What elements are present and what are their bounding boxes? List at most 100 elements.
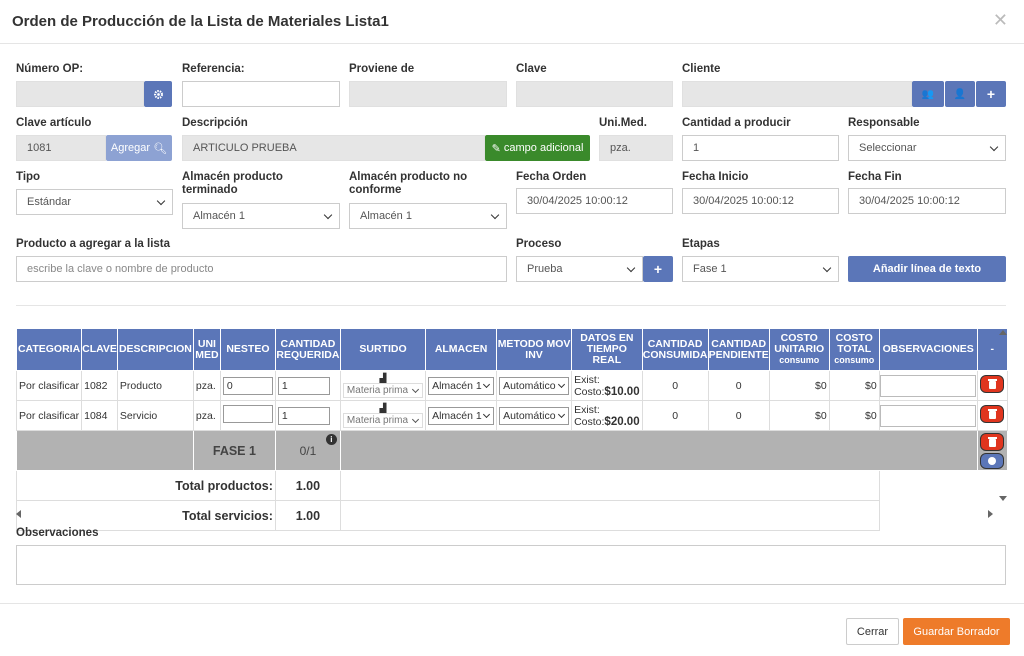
- table-row: Por clasificar 1084 Servicio pza. 1 ▟ Mat…: [15, 400, 1008, 431]
- alm-term-select[interactable]: Almacén 1: [182, 203, 340, 229]
- col-clave: CLAVE: [81, 328, 118, 371]
- edit-client-button[interactable]: 👤: [945, 81, 975, 107]
- metodo-select[interactable]: Automático: [499, 376, 570, 395]
- cell-descripcion: Producto: [116, 370, 194, 401]
- tipo-label: Tipo: [16, 171, 41, 183]
- scroll-left-icon[interactable]: [16, 510, 21, 518]
- factory-icon: ▟: [379, 402, 387, 413]
- observaciones-textarea[interactable]: [16, 545, 1006, 585]
- referencia-label: Referencia:: [182, 63, 245, 75]
- clients-button[interactable]: 👥: [912, 81, 944, 107]
- nesteo-input[interactable]: [222, 405, 273, 423]
- cell-datos: Exist: Costo:$20.00: [571, 400, 643, 431]
- dialog-footer: Cerrar Guardar Borrador: [0, 603, 1024, 656]
- close-icon[interactable]: ✕: [993, 10, 1008, 31]
- fase-name: FASE 1: [192, 430, 276, 471]
- campo-adicional-button[interactable]: ✎ campo adicional: [485, 135, 590, 161]
- cliente-label: Cliente: [682, 63, 721, 75]
- materials-table: CATEGORIA CLAVE DESCRIPCION UNI MED NESTE…: [15, 328, 1008, 531]
- cell-costo-total: $0: [828, 400, 880, 431]
- col-metodo: METODO MOV INV: [496, 328, 573, 371]
- cantidad-input[interactable]: 1: [277, 406, 330, 425]
- fecha-orden-label: Fecha Orden: [516, 171, 587, 183]
- fecha-fin-input[interactable]: 30/04/2025 10:00:12: [848, 188, 1006, 214]
- search-icon: 🔍︎: [153, 142, 168, 155]
- info-icon[interactable]: i: [325, 434, 337, 445]
- fecha-fin-label: Fecha Fin: [848, 171, 902, 183]
- almacen-select[interactable]: Almacén 1: [428, 376, 495, 395]
- unimed-input[interactable]: pza.: [599, 135, 673, 161]
- cantidad-input[interactable]: 1: [682, 135, 839, 161]
- cell-unimed: pza.: [192, 400, 221, 431]
- add-client-button[interactable]: +: [976, 81, 1006, 107]
- col-almacen: ALMACEN: [425, 328, 498, 371]
- cell-costo-unit: $0: [768, 370, 830, 401]
- cell-descripcion: Servicio: [116, 400, 194, 431]
- almacen-select[interactable]: Almacén 1: [428, 406, 495, 425]
- clave-articulo-label: Clave artículo: [16, 117, 92, 129]
- col-unimed: UNI MED: [192, 328, 221, 371]
- tipo-select[interactable]: Estándar: [16, 189, 173, 215]
- cell-pendiente: 0: [707, 370, 770, 401]
- factory-icon: ▟: [379, 372, 387, 383]
- observaciones-input[interactable]: [880, 374, 976, 397]
- scroll-right-icon[interactable]: [988, 510, 993, 518]
- col-cant-req: CANTIDAD REQUERIDA: [274, 328, 341, 371]
- proceso-select[interactable]: Prueba: [516, 256, 643, 282]
- edit-icon: ✎: [491, 142, 501, 155]
- users-icon: 👥: [921, 88, 935, 100]
- col-datos: DATOS EN TIEMPO REAL: [571, 328, 643, 371]
- col-observaciones: OBSERVACIONES: [878, 328, 978, 371]
- surtido-select[interactable]: Materia prima: [342, 382, 424, 398]
- cell-costo-unit: $0: [768, 400, 830, 431]
- campo-adicional-label: campo adicional: [503, 142, 584, 154]
- clave-input[interactable]: [516, 81, 673, 107]
- total-productos-value: 1.00: [274, 470, 341, 501]
- guardar-borrador-button[interactable]: Guardar Borrador: [903, 618, 1010, 645]
- nesteo-input[interactable]: 0: [222, 376, 273, 395]
- responsable-select[interactable]: Seleccionar: [848, 135, 1006, 161]
- agregar-button[interactable]: Agregar 🔍︎: [106, 135, 172, 161]
- cell-categoria: Por clasificar: [15, 400, 83, 431]
- surtido-select[interactable]: Materia prima: [342, 412, 424, 428]
- gear-icon: [153, 89, 163, 99]
- fecha-orden-input[interactable]: 30/04/2025 10:00:12: [516, 188, 673, 214]
- etapas-label: Etapas: [682, 238, 720, 250]
- scroll-down-icon[interactable]: [999, 496, 1007, 501]
- add-text-line-button[interactable]: Añadir línea de texto: [848, 256, 1006, 282]
- cantidad-label: Cantidad a producir: [682, 117, 791, 129]
- observaciones-label: Observaciones: [16, 527, 99, 539]
- proviene-input[interactable]: [349, 81, 507, 107]
- add-proceso-button[interactable]: +: [643, 256, 673, 282]
- producto-label: Producto a agregar a la lista: [16, 238, 171, 250]
- alm-noconf-select[interactable]: Almacén 1: [349, 203, 507, 229]
- referencia-input[interactable]: [182, 81, 340, 107]
- table-row: Por clasificar 1082 Producto pza. 0 1 ▟ M…: [15, 370, 1008, 401]
- alm-noconf-label: Almacén producto no conforme: [349, 171, 468, 196]
- col-costo-total: COSTO TOTAL consumo: [828, 328, 880, 371]
- cantidad-input[interactable]: 1: [277, 376, 330, 395]
- descripcion-input[interactable]: ARTICULO PRUEBA: [182, 135, 485, 161]
- col-nesteo: NESTEO: [219, 328, 276, 371]
- cell-categoria: Por clasificar: [15, 370, 83, 401]
- producto-input[interactable]: escribe la clave o nombre de producto: [16, 256, 507, 282]
- proviene-label: Proviene de: [349, 63, 415, 75]
- clave-articulo-input[interactable]: 1081: [16, 135, 106, 161]
- total-productos-label: Total productos:: [16, 470, 276, 501]
- numero-op-input[interactable]: [16, 81, 144, 107]
- metodo-select[interactable]: Automático: [499, 406, 570, 425]
- vertical-scrollbar[interactable]: [996, 328, 1010, 506]
- cerrar-button[interactable]: Cerrar: [846, 618, 899, 645]
- dialog-header: Orden de Producción de la Lista de Mater…: [0, 0, 1024, 44]
- settings-button[interactable]: [144, 81, 172, 107]
- total-row: Total productos: 1.00: [16, 470, 1008, 501]
- horizontal-scrollbar[interactable]: [16, 508, 996, 520]
- etapas-select[interactable]: Fase 1: [682, 256, 839, 282]
- observaciones-input[interactable]: [880, 404, 976, 427]
- cliente-input[interactable]: [682, 81, 912, 107]
- scroll-up-icon[interactable]: [999, 330, 1007, 335]
- unimed-label: Uni.Med.: [599, 117, 647, 129]
- cell-consumida: 0: [641, 400, 709, 431]
- dialog-title: Orden de Producción de la Lista de Mater…: [12, 13, 389, 30]
- fecha-inicio-input[interactable]: 30/04/2025 10:00:12: [682, 188, 839, 214]
